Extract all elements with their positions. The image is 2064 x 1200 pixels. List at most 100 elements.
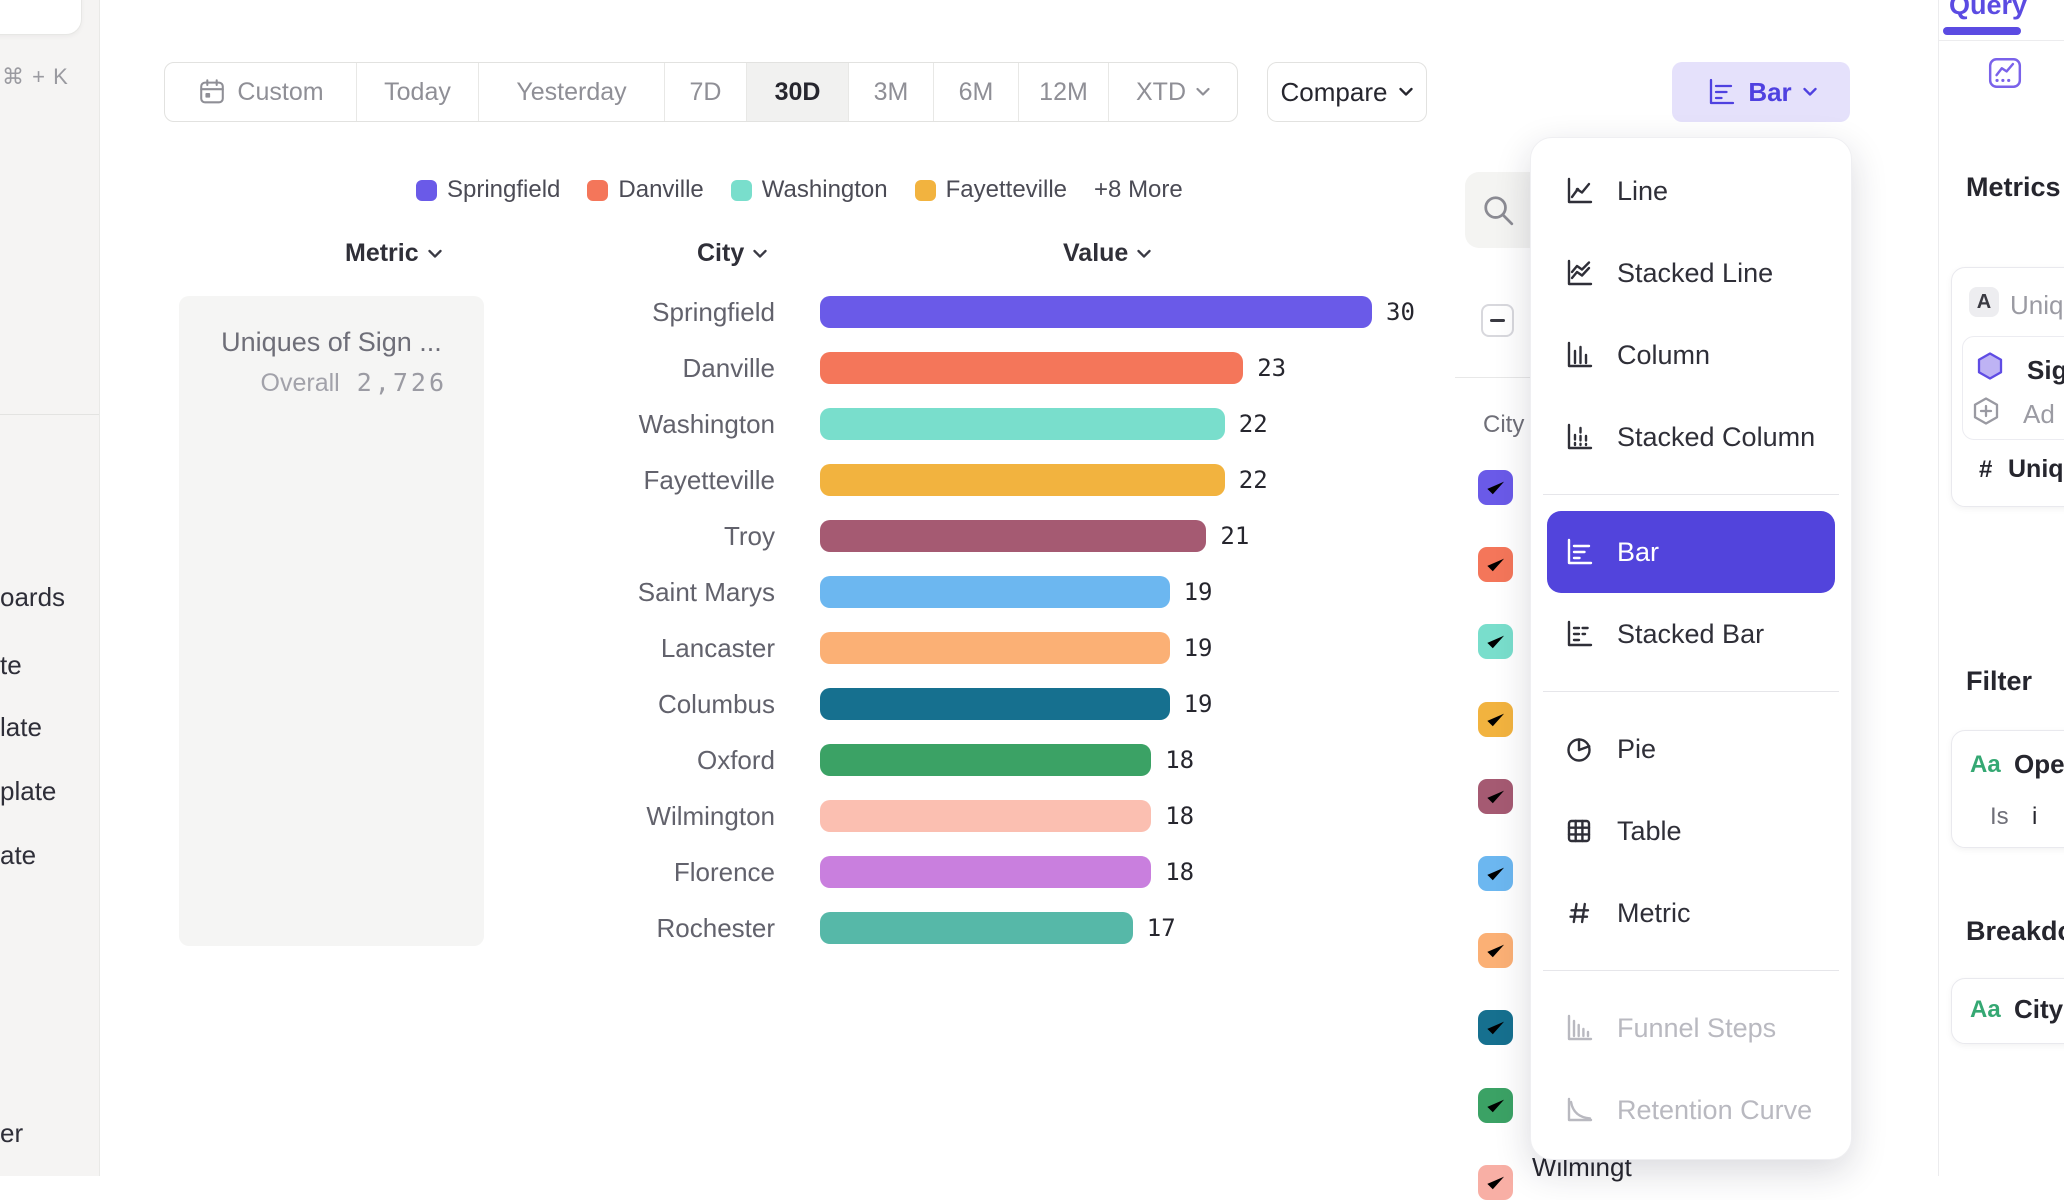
menu-item-bar[interactable]: Bar: [1547, 511, 1835, 593]
metrics-card[interactable]: A Uniq Sig Ad # Uniqu: [1951, 267, 2064, 507]
menu-item-table[interactable]: Table: [1531, 790, 1851, 872]
property-type-badge: Aa: [1970, 996, 2001, 1024]
select-all-checkbox[interactable]: [1481, 304, 1514, 337]
range-3m[interactable]: 3M: [848, 63, 933, 121]
sidebar-top-card: [0, 0, 82, 35]
city-checkbox[interactable]: [1478, 702, 1513, 737]
menu-item-label: Pie: [1617, 734, 1656, 765]
legend-item[interactable]: Fayetteville: [915, 176, 1067, 204]
menu-item-label: Table: [1617, 816, 1682, 847]
menu-item-stacked-column[interactable]: Stacked Column: [1531, 396, 1851, 478]
filter-card[interactable]: Aa Ope Is i: [1951, 730, 2064, 848]
city-column-header[interactable]: City: [697, 239, 767, 268]
menu-item-label: Stacked Column: [1617, 422, 1815, 453]
value-column-header-label: Value: [1063, 239, 1128, 268]
bar[interactable]: [820, 800, 1151, 832]
bar[interactable]: [820, 408, 1225, 440]
sidebar-item-fragment[interactable]: plate: [0, 776, 56, 807]
legend-item[interactable]: Danville: [587, 176, 703, 204]
city-checkbox[interactable]: [1478, 933, 1513, 968]
bar[interactable]: [820, 296, 1372, 328]
menu-item-line[interactable]: Line: [1531, 150, 1851, 232]
city-checkbox[interactable]: [1478, 779, 1513, 814]
sidebar-item-fragment[interactable]: late: [0, 712, 42, 743]
metric-card[interactable]: Uniques of Sign ... Overall 2,726: [179, 296, 484, 946]
bar[interactable]: [820, 520, 1206, 552]
city-checkbox[interactable]: [1478, 470, 1513, 505]
query-tab[interactable]: Query: [1949, 0, 2027, 21]
bar-chart-icon: [1563, 536, 1595, 568]
city-checkbox[interactable]: [1478, 1010, 1513, 1045]
line-chart-icon: [1563, 175, 1595, 207]
city-checkbox[interactable]: [1478, 547, 1513, 582]
bar[interactable]: [820, 632, 1170, 664]
bar-value-label: 17: [1147, 914, 1176, 942]
metrics-heading: Metrics: [1966, 172, 2061, 203]
menu-item-retention-curve: Retention Curve: [1531, 1069, 1851, 1151]
city-checkbox[interactable]: [1478, 1165, 1513, 1200]
menu-item-metric[interactable]: Metric: [1531, 872, 1851, 954]
range-7d[interactable]: 7D: [664, 63, 746, 121]
range-30d[interactable]: 30D: [746, 63, 848, 121]
menu-item-stacked-bar[interactable]: Stacked Bar: [1531, 593, 1851, 675]
bar-value-label: 22: [1239, 410, 1268, 438]
chart-type-button[interactable]: Bar: [1672, 62, 1850, 122]
range-yesterday[interactable]: Yesterday: [478, 63, 664, 121]
indeterminate-mark: [1490, 319, 1505, 322]
range-label: 7D: [690, 78, 722, 107]
bar-category-label: Florence: [480, 857, 775, 888]
bar[interactable]: [820, 464, 1225, 496]
bar-category-label: Wilmington: [480, 801, 775, 832]
bar[interactable]: [820, 744, 1151, 776]
legend-more[interactable]: +8 More: [1094, 176, 1183, 204]
sidebar-item-fragment[interactable]: oards: [0, 582, 65, 613]
bar-value-label: 19: [1184, 578, 1213, 606]
add-hexagon-icon[interactable]: [1970, 395, 2002, 427]
compare-button[interactable]: Compare: [1267, 62, 1427, 122]
bar-value-label: 18: [1165, 746, 1194, 774]
city-checkbox[interactable]: [1478, 856, 1513, 891]
bar[interactable]: [820, 856, 1151, 888]
range-label: 12M: [1039, 78, 1088, 107]
event-card[interactable]: Sig Ad: [1962, 336, 2064, 440]
sidebar-item-fragment[interactable]: er: [0, 1118, 23, 1149]
legend-item[interactable]: Washington: [731, 176, 888, 204]
breakdown-card[interactable]: Aa City: [1951, 978, 2064, 1044]
sidebar-item-fragment[interactable]: te: [0, 650, 22, 681]
value-column-header[interactable]: Value: [1063, 239, 1151, 268]
metric-card-overall: Overall 2,726: [261, 368, 447, 398]
bar[interactable]: [820, 912, 1133, 944]
chevron-down-icon: [1196, 85, 1210, 99]
metric-column-header[interactable]: Metric: [345, 239, 442, 268]
command-k-shortcut: ⌘ + K: [2, 64, 69, 90]
menu-item-label: Funnel Steps: [1617, 1013, 1776, 1044]
legend-item[interactable]: Springfield: [416, 176, 560, 204]
menu-item-column[interactable]: Column: [1531, 314, 1851, 396]
query-panel: Query Metrics A Uniq Sig Ad # Uniqu Filt…: [1938, 0, 2064, 1176]
filter-property-fragment: Ope: [2014, 749, 2064, 780]
stacked-line-chart-icon: [1563, 257, 1595, 289]
sidebar-item-fragment[interactable]: ate: [0, 840, 36, 871]
range-label: 6M: [959, 78, 994, 107]
city-checkbox[interactable]: [1478, 624, 1513, 659]
menu-item-stacked-line[interactable]: Stacked Line: [1531, 232, 1851, 314]
bar-value-label: 22: [1239, 466, 1268, 494]
range-custom[interactable]: Custom: [165, 63, 356, 121]
insights-chart-icon[interactable]: [1987, 55, 2023, 91]
chart-row: Troy21: [480, 508, 1500, 564]
bar[interactable]: [820, 352, 1243, 384]
filter-operator[interactable]: Is: [1990, 803, 2009, 831]
menu-item-pie[interactable]: Pie: [1531, 708, 1851, 790]
bar[interactable]: [820, 576, 1170, 608]
range-12m[interactable]: 12M: [1018, 63, 1108, 121]
bar[interactable]: [820, 688, 1170, 720]
range-xtd[interactable]: XTD: [1108, 63, 1237, 121]
legend-label: Washington: [762, 176, 888, 204]
city-checkbox[interactable]: [1478, 1088, 1513, 1123]
add-fragment: Ad: [2023, 399, 2055, 430]
date-range-control[interactable]: CustomTodayYesterday 7D 30D3M 6M 12M XTD: [164, 62, 1238, 122]
range-today[interactable]: Today: [356, 63, 478, 121]
sidebar-divider: [0, 414, 99, 415]
bar-category-label: Troy: [480, 521, 775, 552]
range-6m[interactable]: 6M: [933, 63, 1018, 121]
